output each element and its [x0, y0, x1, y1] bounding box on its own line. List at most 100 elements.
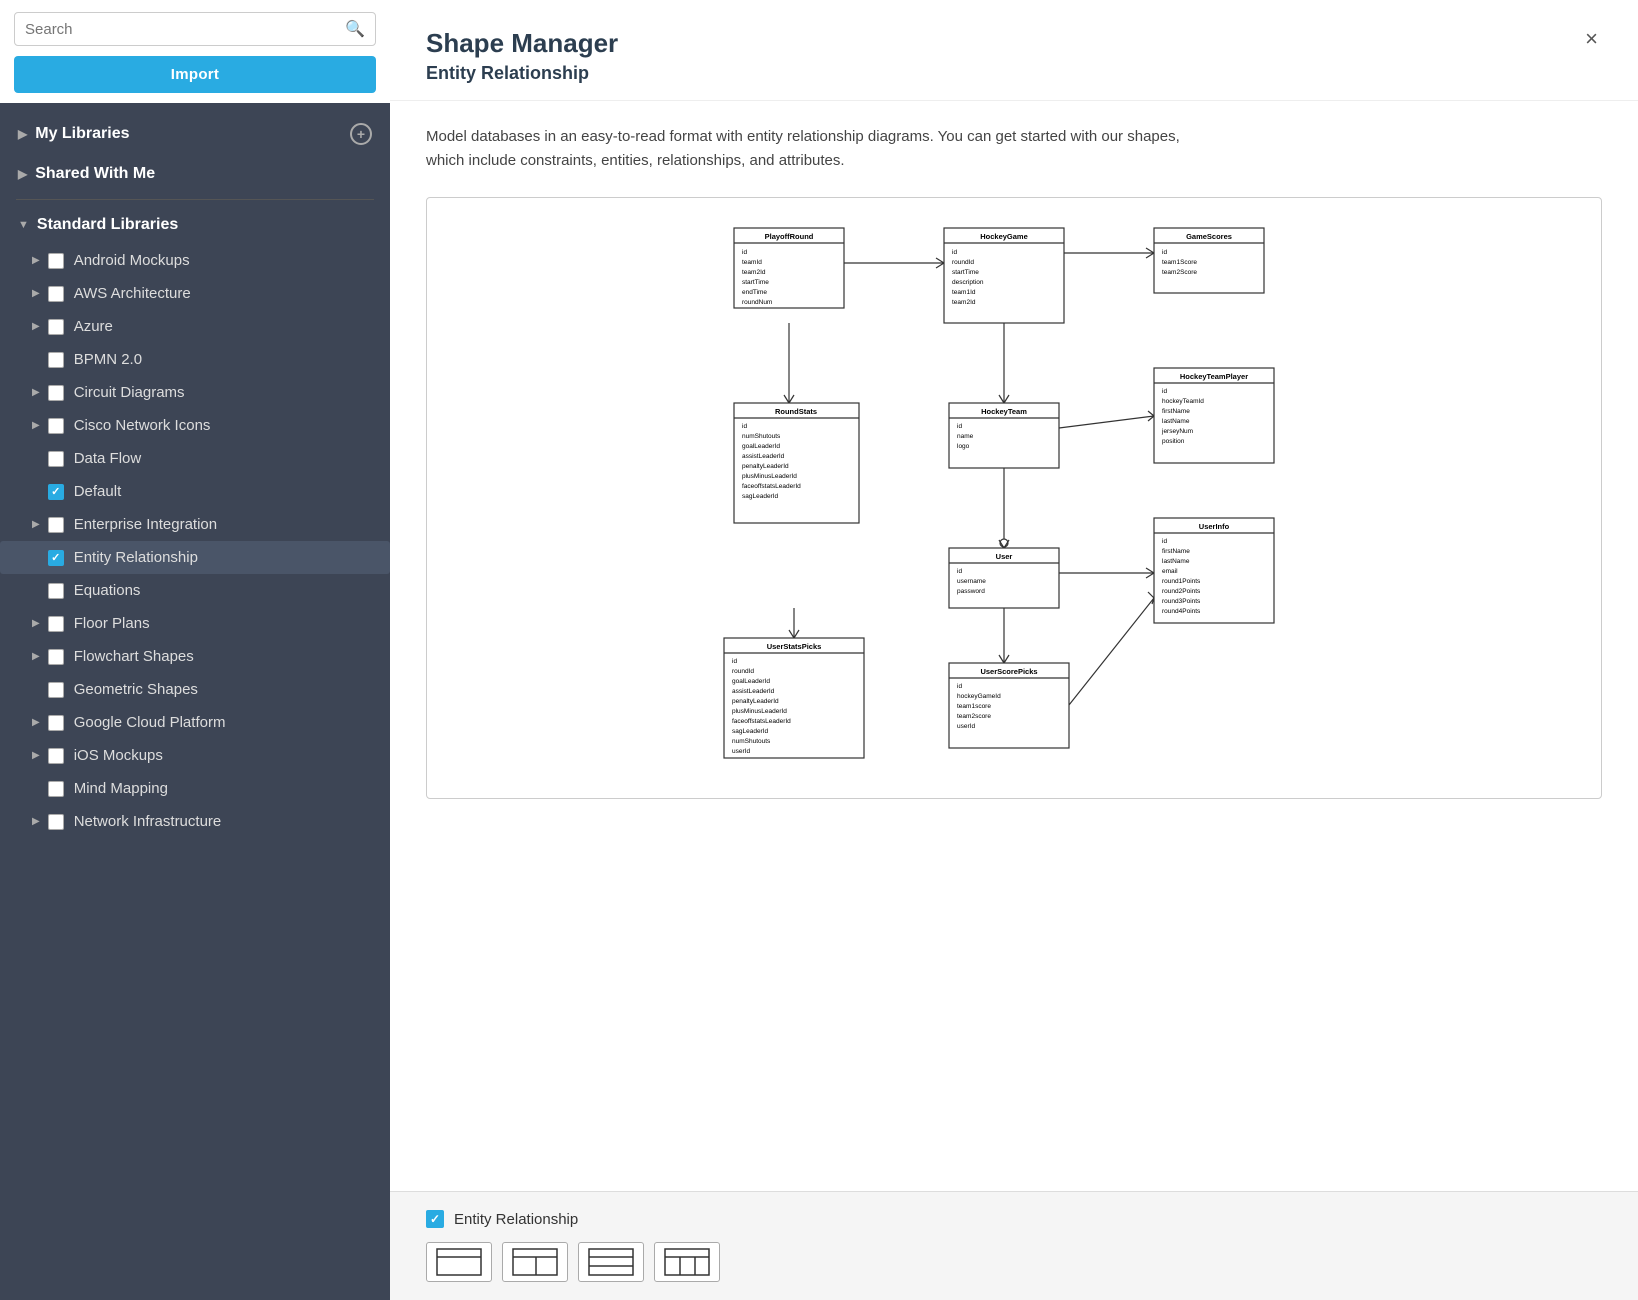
- sidebar-item-aws-architecture[interactable]: ▶ AWS Architecture: [0, 277, 390, 310]
- main-header: Shape Manager Entity Relationship ×: [390, 0, 1638, 101]
- sidebar-item-circuit-diagrams[interactable]: ▶ Circuit Diagrams: [0, 376, 390, 409]
- er-checkbox[interactable]: [48, 550, 64, 566]
- sidebar-item-data-flow[interactable]: ▶ Data Flow: [0, 442, 390, 475]
- svg-text:position: position: [1162, 438, 1185, 445]
- search-input[interactable]: [25, 21, 345, 38]
- network-checkbox[interactable]: [48, 814, 64, 830]
- svg-text:id: id: [957, 423, 962, 430]
- android-mockups-checkbox[interactable]: [48, 253, 64, 269]
- sidebar-nav: ▶ My Libraries + ▶ Shared With Me ▼ Stan…: [0, 103, 390, 1300]
- bpmn-checkbox[interactable]: [48, 352, 64, 368]
- sidebar-item-equations[interactable]: ▶ Equations: [0, 574, 390, 607]
- svg-text:round1Points: round1Points: [1162, 578, 1201, 585]
- enterprise-checkbox[interactable]: [48, 517, 64, 533]
- svg-text:UserStatsPicks: UserStatsPicks: [767, 642, 822, 651]
- close-button[interactable]: ×: [1581, 28, 1602, 50]
- search-wrapper: 🔍: [14, 12, 376, 46]
- main-footer: Entity Relationship: [390, 1191, 1638, 1300]
- svg-text:id: id: [732, 658, 737, 665]
- svg-text:faceoffstatsLeaderId: faceoffstatsLeaderId: [742, 483, 801, 490]
- sidebar-item-bpmn[interactable]: ▶ BPMN 2.0: [0, 343, 390, 376]
- svg-text:id: id: [952, 249, 957, 256]
- svg-text:id: id: [1162, 388, 1167, 395]
- azure-checkbox[interactable]: [48, 319, 64, 335]
- sidebar-item-mind-mapping[interactable]: ▶ Mind Mapping: [0, 772, 390, 805]
- add-library-button[interactable]: +: [350, 123, 372, 145]
- svg-text:penaltyLeaderId: penaltyLeaderId: [732, 698, 779, 705]
- svg-text:jerseyNum: jerseyNum: [1161, 428, 1193, 435]
- data-flow-checkbox[interactable]: [48, 451, 64, 467]
- page-subtitle: Entity Relationship: [426, 63, 618, 84]
- svg-text:round2Points: round2Points: [1162, 588, 1201, 595]
- sidebar-item-azure[interactable]: ▶ Azure: [0, 310, 390, 343]
- sidebar-item-enterprise-integration[interactable]: ▶ Enterprise Integration: [0, 508, 390, 541]
- cisco-label: Cisco Network Icons: [74, 417, 211, 434]
- shape-icon-4[interactable]: [654, 1242, 720, 1282]
- sidebar-item-geometric-shapes[interactable]: ▶ Geometric Shapes: [0, 673, 390, 706]
- sidebar-item-google-cloud-platform[interactable]: ▶ Google Cloud Platform: [0, 706, 390, 739]
- floor-plans-checkbox[interactable]: [48, 616, 64, 632]
- aws-architecture-checkbox[interactable]: [48, 286, 64, 302]
- flowchart-checkbox[interactable]: [48, 649, 64, 665]
- svg-text:id: id: [957, 568, 962, 575]
- standard-libraries-label: Standard Libraries: [37, 216, 178, 234]
- circuit-diagrams-label: Circuit Diagrams: [74, 384, 185, 401]
- ios-checkbox[interactable]: [48, 748, 64, 764]
- sidebar-item-flowchart-shapes[interactable]: ▶ Flowchart Shapes: [0, 640, 390, 673]
- svg-text:goalLeaderId: goalLeaderId: [732, 678, 770, 685]
- android-mockups-arrow-icon: ▶: [32, 255, 40, 266]
- default-checkbox[interactable]: [48, 484, 64, 500]
- android-mockups-label: Android Mockups: [74, 252, 190, 269]
- gcp-checkbox[interactable]: [48, 715, 64, 731]
- svg-text:faceoffstatsLeaderId: faceoffstatsLeaderId: [732, 718, 791, 725]
- svg-text:team2Score: team2Score: [1162, 269, 1197, 276]
- svg-text:User: User: [996, 552, 1013, 561]
- svg-text:RoundStats: RoundStats: [775, 407, 817, 416]
- svg-text:team1Score: team1Score: [1162, 259, 1197, 266]
- svg-text:roundId: roundId: [732, 668, 754, 675]
- shape-icon-2[interactable]: [502, 1242, 568, 1282]
- standard-libraries-title[interactable]: ▼ Standard Libraries: [0, 206, 390, 244]
- sidebar-item-entity-relationship[interactable]: ▶ Entity Relationship: [0, 541, 390, 574]
- ios-arrow-icon: ▶: [32, 750, 40, 761]
- svg-text:team2score: team2score: [957, 713, 991, 720]
- svg-text:description: description: [952, 279, 984, 286]
- er-label: Entity Relationship: [74, 549, 198, 566]
- sidebar-item-default[interactable]: ▶ Default: [0, 475, 390, 508]
- sidebar-item-network-infrastructure[interactable]: ▶ Network Infrastructure: [0, 805, 390, 838]
- import-button[interactable]: Import: [14, 56, 376, 93]
- svg-text:username: username: [957, 578, 986, 585]
- mind-mapping-checkbox[interactable]: [48, 781, 64, 797]
- circuit-diagrams-checkbox[interactable]: [48, 385, 64, 401]
- enterprise-arrow-icon: ▶: [32, 519, 40, 530]
- svg-text:id: id: [742, 423, 747, 430]
- sidebar-item-shared-with-me[interactable]: ▶ Shared With Me: [0, 155, 390, 193]
- svg-text:team2Id: team2Id: [952, 299, 976, 306]
- network-label: Network Infrastructure: [74, 813, 222, 830]
- shape-icons-row: [426, 1242, 1602, 1282]
- shape-icon-3[interactable]: [578, 1242, 644, 1282]
- svg-text:HockeyGame: HockeyGame: [980, 232, 1028, 241]
- shape-icon-1[interactable]: [426, 1242, 492, 1282]
- search-icon[interactable]: 🔍: [345, 19, 365, 39]
- svg-text:round3Points: round3Points: [1162, 598, 1201, 605]
- sidebar-item-my-libraries[interactable]: ▶ My Libraries +: [0, 113, 390, 155]
- svg-text:assistLeaderId: assistLeaderId: [732, 688, 775, 695]
- svg-text:id: id: [1162, 538, 1167, 545]
- main-body: Model databases in an easy-to-read forma…: [390, 101, 1638, 1191]
- footer-er-checkbox[interactable]: [426, 1210, 444, 1228]
- aws-architecture-label: AWS Architecture: [74, 285, 191, 302]
- sidebar-item-floor-plans[interactable]: ▶ Floor Plans: [0, 607, 390, 640]
- svg-text:name: name: [957, 433, 974, 440]
- equations-checkbox[interactable]: [48, 583, 64, 599]
- sidebar-item-android-mockups[interactable]: ▶ Android Mockups: [0, 244, 390, 277]
- shared-with-me-label: Shared With Me: [35, 165, 155, 183]
- sidebar-item-cisco-network-icons[interactable]: ▶ Cisco Network Icons: [0, 409, 390, 442]
- gcp-label: Google Cloud Platform: [74, 714, 226, 731]
- footer-er-label: Entity Relationship: [454, 1211, 578, 1228]
- geometric-checkbox[interactable]: [48, 682, 64, 698]
- cisco-checkbox[interactable]: [48, 418, 64, 434]
- svg-text:goalLeaderId: goalLeaderId: [742, 443, 780, 450]
- sidebar-item-ios-mockups[interactable]: ▶ iOS Mockups: [0, 739, 390, 772]
- svg-text:team1score: team1score: [957, 703, 991, 710]
